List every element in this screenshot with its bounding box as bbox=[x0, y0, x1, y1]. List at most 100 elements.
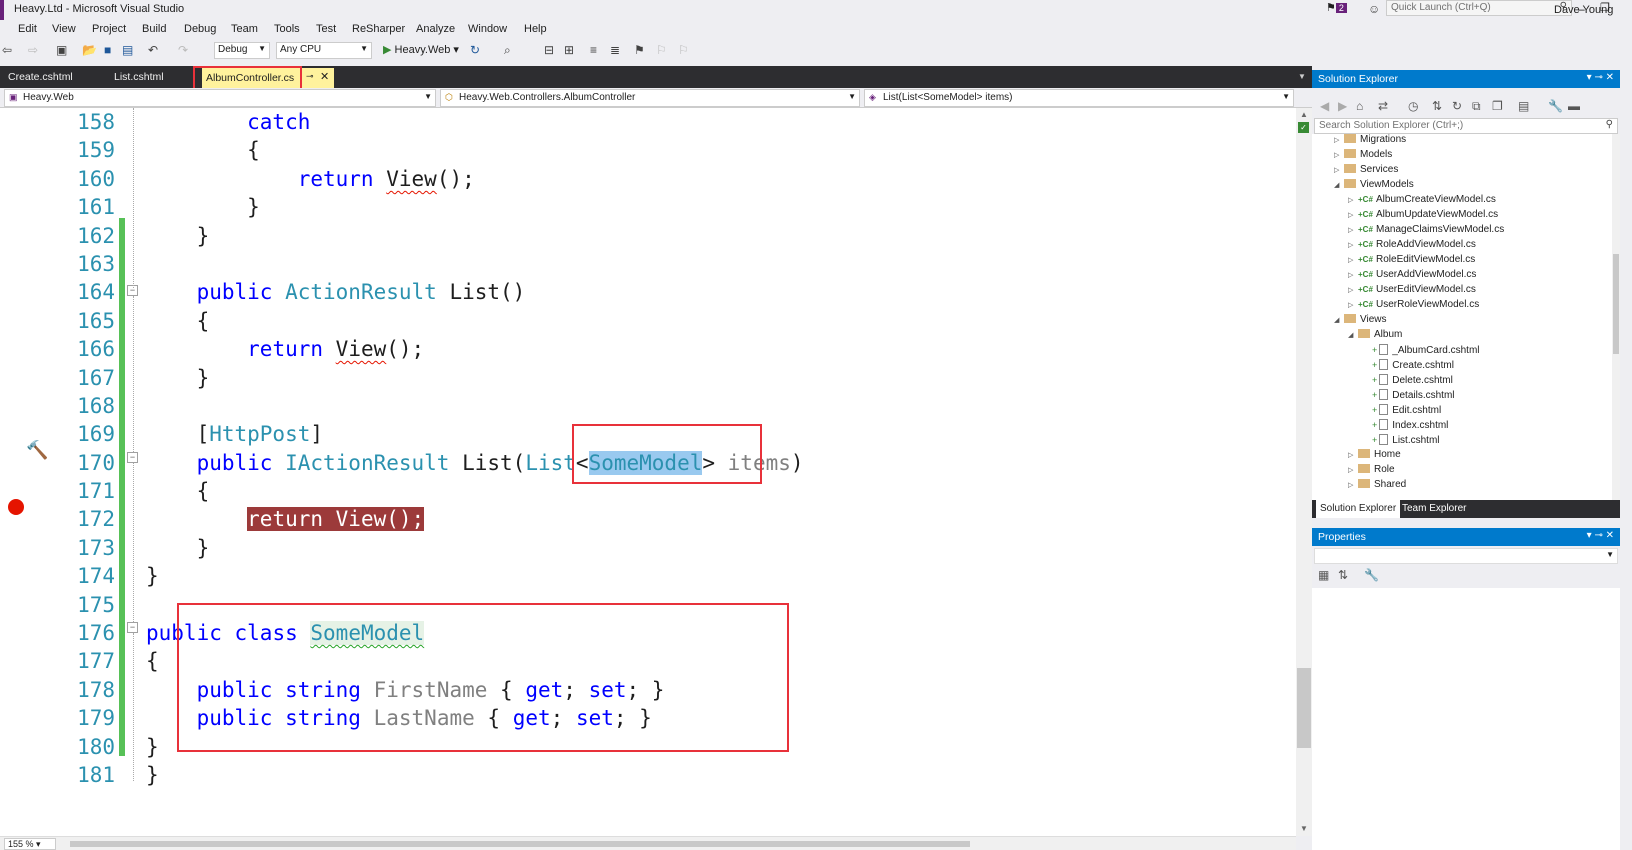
switch-views-icon[interactable]: ⇄ bbox=[1378, 99, 1388, 113]
tree-item[interactable]: ▷ Role bbox=[1348, 464, 1395, 479]
menu-item-project[interactable]: Project bbox=[92, 23, 126, 35]
code-line[interactable]: 174} bbox=[0, 562, 1290, 590]
zoom-select[interactable]: 155 % ▾ bbox=[4, 838, 56, 850]
menu-item-team[interactable]: Team bbox=[231, 23, 258, 35]
tree-item[interactable]: + Delete.cshtml bbox=[1362, 374, 1453, 389]
next-bookmark-icon[interactable]: ⚐ bbox=[678, 43, 689, 57]
expand-arrow-icon[interactable]: ▷ bbox=[1348, 451, 1358, 459]
menu-item-tools[interactable]: Tools bbox=[274, 23, 300, 35]
expand-arrow-icon[interactable]: ▷ bbox=[1334, 151, 1344, 159]
code-line[interactable]: 165 { bbox=[0, 307, 1290, 335]
tab-list-cshtml[interactable]: List.cshtml bbox=[114, 71, 164, 83]
menu-item-help[interactable]: Help bbox=[524, 23, 547, 35]
expand-arrow-icon[interactable]: ▷ bbox=[1348, 301, 1358, 309]
tab-solution-explorer[interactable]: Solution Explorer bbox=[1316, 500, 1401, 518]
code-line[interactable]: 173 } bbox=[0, 534, 1290, 562]
forward-icon[interactable]: ▶ bbox=[1338, 99, 1347, 113]
solution-explorer-scrollbar[interactable] bbox=[1612, 134, 1620, 500]
tree-item[interactable]: ▷ +C# ManageClaimsViewModel.cs bbox=[1348, 224, 1504, 239]
tree-item[interactable]: ▷ +C# AlbumCreateViewModel.cs bbox=[1348, 194, 1496, 209]
find-icon[interactable]: ⌕ bbox=[504, 43, 511, 58]
tree-item[interactable]: + Index.cshtml bbox=[1362, 419, 1448, 434]
tree-item[interactable]: + _AlbumCard.cshtml bbox=[1362, 344, 1480, 359]
pane-buttons[interactable]: ▾ ⊸ ✕ bbox=[1587, 530, 1614, 541]
type-select[interactable]: ⬡ Heavy.Web.Controllers.AlbumController ▼ bbox=[440, 89, 860, 107]
preview-icon[interactable]: ▬ bbox=[1568, 99, 1580, 113]
pin-icon[interactable]: ⊸ bbox=[306, 71, 314, 82]
editor-horizontal-scrollbar[interactable]: 155 % ▾ bbox=[0, 836, 1296, 850]
code-line[interactable]: 161 } bbox=[0, 193, 1290, 221]
code-line[interactable]: 162 } bbox=[0, 222, 1290, 250]
tab-dropdown-icon[interactable]: ▼ bbox=[1298, 72, 1306, 81]
feedback-icon[interactable]: ☺ bbox=[1368, 2, 1380, 16]
collapse-all-icon[interactable]: ⧉ bbox=[1472, 99, 1481, 114]
code-line[interactable]: 166 return View(); bbox=[0, 335, 1290, 363]
expand-arrow-icon[interactable]: ▷ bbox=[1334, 166, 1344, 174]
menu-item-test[interactable]: Test bbox=[316, 23, 336, 35]
member-select[interactable]: ◈ List(List<SomeModel> items) ▼ bbox=[864, 89, 1294, 107]
tree-item[interactable]: ▷ Services bbox=[1334, 164, 1398, 179]
menu-item-window[interactable]: Window bbox=[468, 23, 507, 35]
refresh-icon[interactable]: ↻ bbox=[1452, 99, 1462, 113]
tree-item[interactable]: ◢ Views bbox=[1334, 314, 1387, 329]
menu-item-debug[interactable]: Debug bbox=[184, 23, 216, 35]
bookmark-icon[interactable]: ⚑ bbox=[634, 43, 645, 57]
scroll-up-icon[interactable]: ▲ bbox=[1300, 110, 1308, 119]
show-all-files-icon[interactable]: ▤ bbox=[1518, 99, 1529, 113]
solution-configuration-select[interactable]: Debug ▼ bbox=[214, 42, 270, 59]
code-line[interactable]: 158 catch bbox=[0, 108, 1290, 136]
sync-icon[interactable]: ⇅ bbox=[1432, 99, 1442, 113]
expand-arrow-icon[interactable]: ▷ bbox=[1348, 271, 1358, 279]
menu-item-edit[interactable]: Edit bbox=[18, 23, 37, 35]
scrollbar-thumb[interactable] bbox=[1297, 668, 1311, 748]
code-line[interactable]: 160 return View(); bbox=[0, 165, 1290, 193]
layout-icon[interactable]: ⊞ bbox=[564, 43, 574, 57]
expand-arrow-icon[interactable]: ▷ bbox=[1348, 196, 1358, 204]
tree-item[interactable]: ▷ Shared bbox=[1348, 479, 1406, 494]
pending-changes-icon[interactable]: ◷ bbox=[1408, 99, 1418, 113]
code-line[interactable]: 172 return View(); bbox=[0, 505, 1290, 533]
tree-item[interactable]: ▷ Home bbox=[1348, 449, 1401, 464]
new-project-icon[interactable]: ▣ bbox=[56, 43, 67, 57]
expand-arrow-icon[interactable]: ▷ bbox=[1348, 466, 1358, 474]
collapse-arrow-icon[interactable]: ◢ bbox=[1334, 316, 1344, 324]
code-line[interactable]: 159 { bbox=[0, 136, 1290, 164]
undo-icon[interactable]: ↶ bbox=[148, 43, 158, 57]
tree-item[interactable]: ◢ Album bbox=[1348, 329, 1402, 344]
refresh-icon[interactable]: ↻ bbox=[470, 43, 480, 57]
menu-item-analyze[interactable]: Analyze bbox=[416, 23, 455, 35]
quick-launch-input[interactable]: Quick Launch (Ctrl+Q) ⚲ bbox=[1386, 0, 1572, 16]
expand-arrow-icon[interactable]: ▷ bbox=[1348, 256, 1358, 264]
tree-item[interactable]: ▷ Migrations bbox=[1334, 134, 1406, 149]
solution-explorer-search-input[interactable]: Search Solution Explorer (Ctrl+;) ⚲ bbox=[1314, 118, 1618, 134]
user-name[interactable]: Dave Young bbox=[1554, 4, 1613, 16]
menu-item-resharper[interactable]: ReSharper bbox=[352, 23, 405, 35]
tab-create-cshtml[interactable]: Create.cshtml bbox=[8, 71, 73, 83]
tree-item[interactable]: ▷ +C# RoleEditViewModel.cs bbox=[1348, 254, 1475, 269]
properties-object-select[interactable]: ▼ bbox=[1314, 548, 1618, 564]
expand-arrow-icon[interactable]: ▷ bbox=[1348, 286, 1358, 294]
redo-icon[interactable]: ↷ bbox=[178, 43, 188, 57]
tree-item[interactable]: + Details.cshtml bbox=[1362, 389, 1455, 404]
scrollbar-thumb[interactable] bbox=[1613, 254, 1619, 354]
menu-item-view[interactable]: View bbox=[52, 23, 76, 35]
tab-team-explorer[interactable]: Team Explorer bbox=[1402, 503, 1466, 514]
expand-arrow-icon[interactable]: ▷ bbox=[1348, 211, 1358, 219]
copy-icon[interactable]: ❐ bbox=[1492, 99, 1503, 113]
notifications-button[interactable]: ⚑ 2 bbox=[1326, 1, 1347, 14]
code-line[interactable]: 181} bbox=[0, 761, 1290, 789]
project-select[interactable]: ▣ Heavy.Web ▼ bbox=[4, 89, 436, 107]
tree-item[interactable]: ▷ +C# UserAddViewModel.cs bbox=[1348, 269, 1476, 284]
close-icon[interactable]: ✕ bbox=[320, 70, 329, 83]
alphabetical-icon[interactable]: ⇅ bbox=[1338, 568, 1348, 582]
tree-item[interactable]: + Edit.cshtml bbox=[1362, 404, 1441, 419]
scrollbar-thumb[interactable] bbox=[70, 841, 970, 847]
back-icon[interactable]: ◀ bbox=[1320, 99, 1329, 113]
tree-item[interactable]: ◢ ViewModels bbox=[1334, 179, 1414, 194]
properties-icon[interactable]: 🔧 bbox=[1548, 99, 1563, 113]
code-line[interactable]: 164 public ActionResult List() bbox=[0, 278, 1290, 306]
code-line[interactable]: 167 } bbox=[0, 364, 1290, 392]
solution-platform-select[interactable]: Any CPU ▼ bbox=[276, 42, 372, 59]
open-file-icon[interactable]: 📂 bbox=[82, 43, 97, 57]
home-icon[interactable]: ⌂ bbox=[1356, 99, 1363, 113]
